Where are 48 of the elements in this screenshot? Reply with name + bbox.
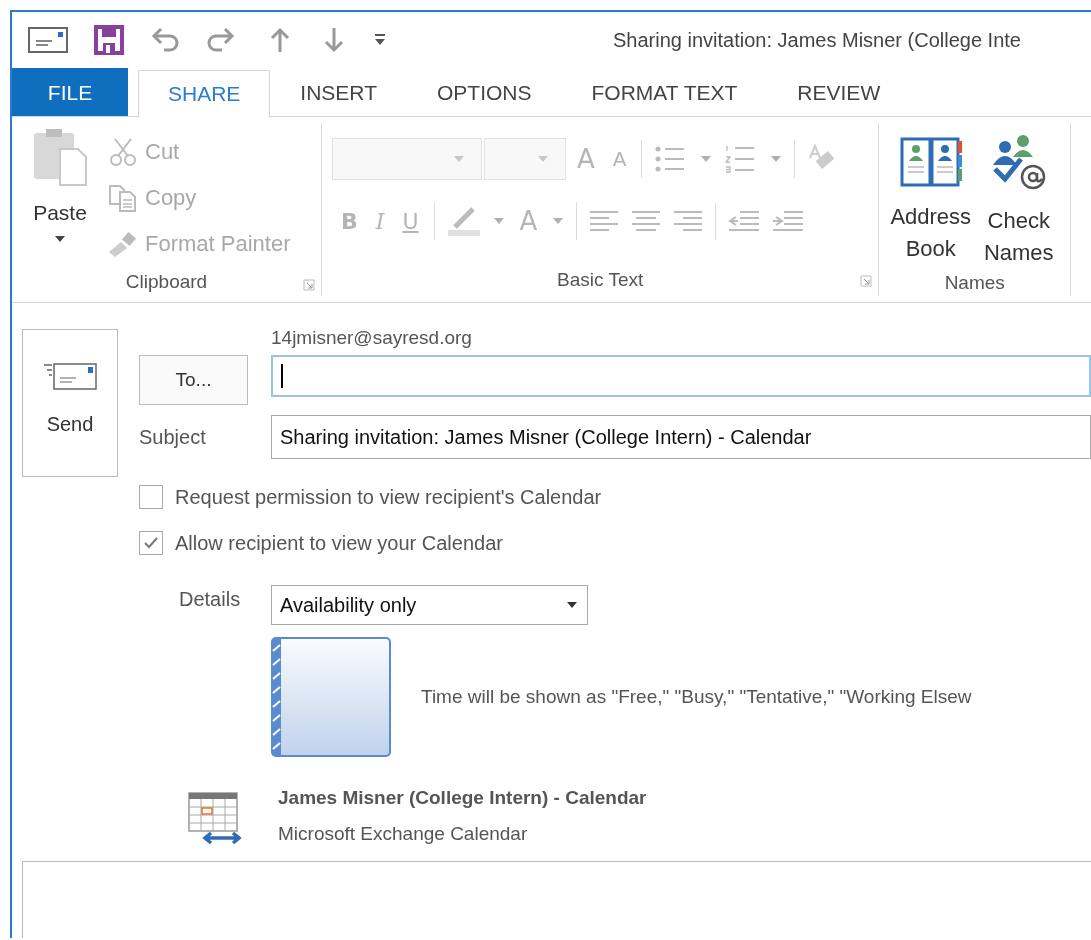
down-arrow-icon[interactable] xyxy=(324,27,344,53)
dropdown-arrow-icon xyxy=(567,602,577,608)
undo-icon[interactable] xyxy=(150,26,180,54)
to-button[interactable]: To... xyxy=(139,355,248,405)
check-names-button[interactable]: Check Names xyxy=(974,133,1063,269)
paintbrush-icon xyxy=(107,230,139,258)
calendar-type: Microsoft Exchange Calendar xyxy=(278,823,529,845)
to-field[interactable] xyxy=(271,355,1091,397)
copy-icon xyxy=(107,184,139,212)
redo-icon[interactable] xyxy=(206,26,236,54)
ribbon-tab[interactable]: INSERT xyxy=(270,68,407,116)
dropdown-arrow-icon xyxy=(453,155,465,163)
checkbox[interactable] xyxy=(139,531,163,555)
send-button[interactable]: Send xyxy=(22,329,118,477)
checkbox[interactable] xyxy=(139,485,163,509)
subject-field[interactable]: Sharing invitation: James Misner (College Intern) - Calendar xyxy=(271,415,1091,459)
details-dropdown[interactable]: Availability only xyxy=(271,585,588,625)
subject-label: Subject xyxy=(139,425,207,449)
group-label: Names xyxy=(944,271,1005,294)
scissors-icon xyxy=(107,137,139,167)
sender-address: 14jmisner@sayresd.org xyxy=(271,327,473,350)
save-icon[interactable] xyxy=(94,25,124,55)
caret-icon xyxy=(54,235,66,243)
checkbox-label: Request permission to view recipient's Calendar xyxy=(175,485,602,509)
ribbon-tab[interactable]: OPTIONS xyxy=(407,68,562,116)
dropdown-arrow-icon xyxy=(537,155,549,163)
availability-preview-icon xyxy=(271,637,391,757)
message-body-field[interactable] xyxy=(22,861,1091,938)
envelope-icon xyxy=(42,360,98,391)
availability-description: Time will be shown as "Free," "Busy," "Tentative," "Working Elsew xyxy=(421,686,972,708)
address-book-button[interactable]: Address Book xyxy=(886,133,975,269)
calendar-name: James Misner (College Intern) - Calendar xyxy=(278,787,647,809)
up-arrow-icon[interactable] xyxy=(270,27,290,53)
ribbon-tab[interactable]: FORMAT TEXT xyxy=(561,68,768,116)
details-label: Details xyxy=(178,587,242,611)
group-label: Basic Text xyxy=(557,268,644,291)
customize-toolbar-icon[interactable] xyxy=(374,33,386,47)
file-tab[interactable]: FILE xyxy=(12,68,128,116)
checkbox-label: Allow recipient to view your Calendar xyxy=(175,531,503,555)
ribbon-tab[interactable]: SHARE xyxy=(138,70,271,117)
window-title: Sharing invitation: James Misner (College Inte xyxy=(613,28,1021,52)
calendar-icon xyxy=(187,791,243,847)
paste-button[interactable]: Paste xyxy=(20,123,100,267)
message-icon xyxy=(28,27,68,53)
clipboard-icon xyxy=(32,127,88,187)
dialog-launcher-icon[interactable] xyxy=(303,279,315,291)
ribbon-tab[interactable]: REVIEW xyxy=(767,68,911,116)
group-label: Clipboard xyxy=(125,270,208,293)
